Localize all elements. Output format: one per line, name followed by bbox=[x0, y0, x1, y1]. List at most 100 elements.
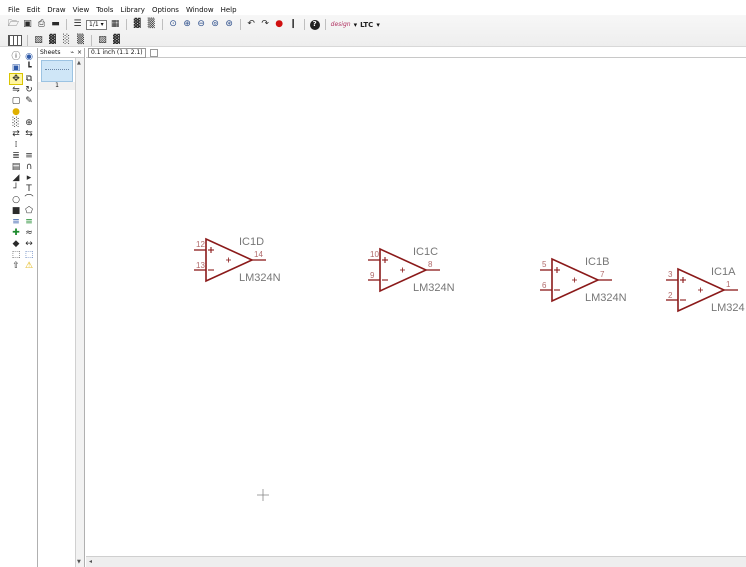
mark-icon[interactable]: ┗ bbox=[23, 63, 35, 73]
junction-icon[interactable]: ✚ bbox=[10, 228, 22, 238]
menu-draw[interactable]: Draw bbox=[47, 5, 65, 16]
scroll-up-icon[interactable]: ▲ bbox=[77, 60, 81, 66]
design-link-logo[interactable]: design bbox=[331, 21, 351, 28]
menu-file[interactable]: File bbox=[8, 5, 20, 16]
save-icon[interactable]: ▣ bbox=[22, 19, 33, 30]
style-icon[interactable]: ▓ bbox=[111, 35, 122, 46]
change-icon[interactable]: ✎ bbox=[23, 96, 35, 106]
script-icon[interactable]: ▓ bbox=[132, 19, 143, 30]
go-icon[interactable]: ❙ bbox=[288, 19, 299, 30]
menu-help[interactable]: Help bbox=[221, 5, 237, 16]
ltc-spice-logo[interactable]: LTC bbox=[360, 21, 373, 29]
name-icon[interactable]: ≣ bbox=[10, 151, 22, 161]
menu-library[interactable]: Library bbox=[120, 5, 144, 16]
page-select[interactable]: 1/1 ▾ bbox=[86, 19, 107, 30]
sheet-thumbnail[interactable] bbox=[41, 60, 73, 82]
move-icon[interactable]: ✥ bbox=[9, 73, 23, 85]
bend-style-icon[interactable]: ░ bbox=[61, 35, 72, 46]
open-icon[interactable]: 🗁 bbox=[8, 19, 19, 30]
display-icon[interactable]: ▣ bbox=[10, 63, 22, 73]
zoom-in-icon[interactable]: ⊕ bbox=[182, 19, 193, 30]
menu-options[interactable]: Options bbox=[152, 5, 179, 16]
label-icon[interactable]: ≈ bbox=[23, 228, 35, 238]
copy-icon[interactable]: ⧉ bbox=[23, 74, 35, 84]
pin-number: 3 bbox=[668, 270, 673, 279]
wire-style-icon[interactable]: ▓ bbox=[47, 35, 58, 46]
net-class-icon[interactable]: ▒ bbox=[75, 35, 86, 46]
redo-icon[interactable]: ↷ bbox=[260, 19, 271, 30]
schematic-canvas[interactable]: 12 13 14 IC1D LM324N 10 9 8 IC1C LM324N … bbox=[86, 59, 746, 556]
undo-icon[interactable]: ↶ bbox=[246, 19, 257, 30]
opamp-ic1d[interactable]: 12 13 14 IC1D LM324N bbox=[193, 236, 281, 284]
ref-designator: IC1D bbox=[239, 236, 264, 248]
net-icon[interactable]: ≡ bbox=[23, 217, 35, 227]
attribute-icon[interactable]: ◆ bbox=[10, 239, 22, 249]
mirror-icon[interactable]: ⇋ bbox=[10, 85, 22, 95]
chevron-down-icon[interactable]: ▾ bbox=[354, 21, 358, 29]
print-icon[interactable]: ⎙ bbox=[36, 19, 47, 30]
port-icon[interactable]: ⇧ bbox=[10, 261, 22, 271]
chevron-down-icon[interactable]: ▾ bbox=[376, 21, 380, 29]
wire-icon[interactable]: ┘ bbox=[10, 184, 22, 194]
pinswap-icon[interactable]: ⇄ bbox=[10, 129, 22, 139]
paste-icon[interactable]: ● bbox=[10, 107, 22, 117]
sheet-number[interactable]: 1 bbox=[38, 82, 76, 90]
menu-edit[interactable]: Edit bbox=[27, 5, 41, 16]
close-icon[interactable]: × bbox=[77, 49, 82, 56]
eagle-schematic-editor: File Edit Draw View Tools Library Option… bbox=[0, 0, 746, 567]
frame-icon[interactable]: ⬚ bbox=[10, 250, 22, 260]
stop-icon[interactable]: ● bbox=[274, 19, 285, 30]
zoom-out-icon[interactable]: ⊖ bbox=[196, 19, 207, 30]
command-line-box[interactable] bbox=[149, 48, 158, 57]
dimension-icon[interactable]: ↔ bbox=[23, 239, 35, 249]
delete-icon[interactable]: ░ bbox=[10, 118, 22, 128]
erc-warning-icon[interactable]: ⚠ bbox=[23, 261, 35, 271]
sheet-icon[interactable]: ☰ bbox=[72, 19, 83, 30]
menu-view[interactable]: View bbox=[73, 5, 90, 16]
show-icon[interactable]: ◉ bbox=[23, 52, 35, 62]
chevron-down-icon: ▾ bbox=[100, 20, 104, 28]
sheet-thumbnail-preview bbox=[45, 69, 69, 71]
canvas-horizontal-scrollbar[interactable]: ◂ bbox=[86, 556, 746, 567]
grid-icon[interactable] bbox=[8, 35, 22, 46]
sheets-scrollbar[interactable]: ▲ ▼ bbox=[75, 58, 84, 567]
ref-designator: IC1C bbox=[413, 246, 438, 258]
layer-select-icon[interactable]: ▧ bbox=[33, 35, 44, 46]
info-icon[interactable]: ⓘ bbox=[10, 52, 22, 62]
bus-icon[interactable]: ≡ bbox=[10, 217, 22, 227]
add-icon[interactable]: ⊕ bbox=[23, 118, 35, 128]
menu-window[interactable]: Window bbox=[186, 5, 214, 16]
cam-processor-icon[interactable]: ▬ bbox=[50, 19, 61, 30]
split-icon[interactable]: ∩ bbox=[23, 162, 35, 172]
miter-icon[interactable]: ▨ bbox=[97, 35, 108, 46]
rotate-icon[interactable]: ↻ bbox=[23, 85, 35, 95]
arc-icon[interactable]: ⌒ bbox=[23, 195, 35, 205]
pin-icon[interactable]: ⌁ bbox=[70, 49, 74, 56]
polygon-icon[interactable]: ⬠ bbox=[23, 206, 35, 216]
toolbar-separator bbox=[66, 19, 67, 30]
circle-icon[interactable]: ○ bbox=[10, 195, 22, 205]
replace-icon[interactable]: ⁞ bbox=[10, 140, 22, 150]
ulp-icon[interactable]: ▒ bbox=[146, 19, 157, 30]
zoom-select-icon[interactable]: ⊛ bbox=[224, 19, 235, 30]
text-icon[interactable]: T bbox=[23, 184, 35, 194]
miter-tool-icon[interactable]: ◢ bbox=[10, 173, 22, 183]
smash-icon[interactable]: ▤ bbox=[10, 162, 22, 172]
gateswap-icon[interactable]: ⇆ bbox=[23, 129, 35, 139]
module-icon[interactable]: ⬚ bbox=[23, 250, 35, 260]
scroll-down-icon[interactable]: ▼ bbox=[77, 559, 81, 565]
board-icon[interactable]: ▦ bbox=[110, 19, 121, 30]
parameter-toolbar: ▧ ▓ ░ ▒ ▨ ▓ bbox=[8, 34, 122, 47]
redraw-icon[interactable]: ⊚ bbox=[210, 19, 221, 30]
opamp-ic1c[interactable]: 10 9 8 IC1C LM324N bbox=[367, 246, 455, 294]
scroll-left-icon[interactable]: ◂ bbox=[89, 558, 92, 565]
invoke-icon[interactable]: ▸ bbox=[23, 173, 35, 183]
value-icon[interactable]: ≡ bbox=[23, 151, 35, 161]
opamp-ic1a[interactable]: 3 2 1 IC1A LM324 bbox=[665, 266, 745, 314]
rect-icon[interactable]: ■ bbox=[10, 206, 22, 216]
zoom-fit-icon[interactable]: ⊙ bbox=[168, 19, 179, 30]
menu-tools[interactable]: Tools bbox=[96, 5, 113, 16]
opamp-ic1b[interactable]: 5 6 7 IC1B LM324N bbox=[539, 256, 627, 304]
help-icon[interactable]: ? bbox=[309, 19, 320, 30]
group-icon[interactable]: ▢ bbox=[10, 96, 22, 106]
